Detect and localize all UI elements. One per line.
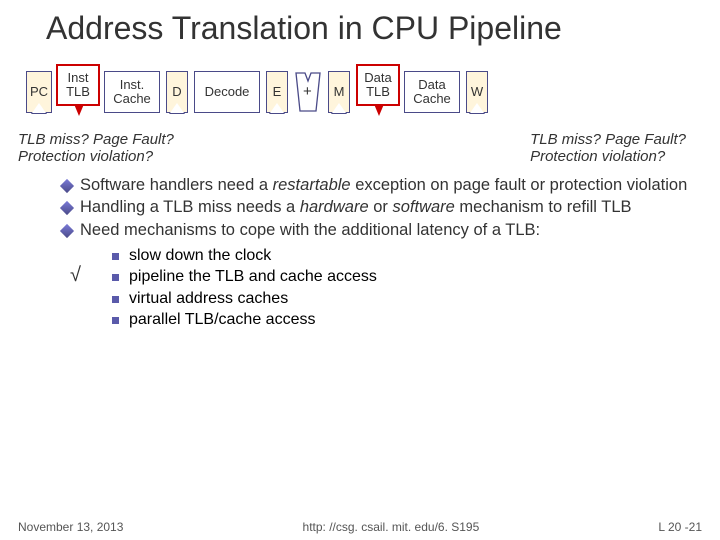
- square-bullet-icon: [112, 274, 119, 281]
- bullet-text: mechanism to refill TLB: [455, 198, 632, 216]
- bullet-em: software: [392, 198, 454, 216]
- left-q-line2: Protection violation?: [18, 148, 174, 165]
- square-bullet-icon: [112, 296, 119, 303]
- left-question: TLB miss? Page Fault? Protection violati…: [18, 131, 174, 165]
- bullet-text: or: [369, 198, 393, 216]
- right-q-line2: Protection violation?: [530, 148, 686, 165]
- clock-triangle-icon: [170, 103, 184, 113]
- diamond-bullet-icon: [60, 201, 74, 215]
- square-bullet-icon: [112, 253, 119, 260]
- slide-footer: November 13, 2013 http: //csg. csail. mi…: [0, 520, 720, 534]
- bullet-text: Software handlers need a: [80, 176, 273, 194]
- clock-triangle-icon: [270, 103, 284, 113]
- sub-bullet-item: slow down the clock: [112, 245, 702, 267]
- diamond-bullet-icon: [60, 179, 74, 193]
- bullet-text: Handling a TLB miss needs a: [80, 198, 300, 216]
- bullet-item: Need mechanisms to cope with the additio…: [62, 220, 688, 241]
- bullet-text: Need mechanisms to cope with the additio…: [80, 220, 540, 241]
- pc-register: PC: [26, 71, 52, 113]
- sub-bullet-text: virtual address caches: [129, 288, 288, 310]
- left-q-line1: TLB miss? Page Fault?: [18, 131, 174, 148]
- question-row: TLB miss? Page Fault? Protection violati…: [18, 131, 702, 165]
- inst-cache-line2: Cache: [113, 92, 151, 106]
- sub-bullet-item: virtual address caches: [112, 288, 702, 310]
- decode-block: Decode: [194, 71, 260, 113]
- inst-tlb-line1: Inst: [68, 71, 89, 85]
- m-register: M: [326, 71, 352, 113]
- bullet-em: hardware: [300, 198, 369, 216]
- d-register: D: [164, 71, 190, 113]
- inst-cache-block: Inst. Cache: [104, 71, 160, 113]
- right-q-line1: TLB miss? Page Fault?: [530, 131, 686, 148]
- data-cache-line2: Cache: [413, 92, 451, 106]
- inst-cache-line1: Inst.: [113, 78, 151, 92]
- clock-triangle-icon: [470, 103, 484, 113]
- sub-bullet-item: parallel TLB/cache access: [112, 309, 702, 331]
- alu-icon: +: [294, 71, 322, 113]
- checkmark-icon: √: [70, 262, 81, 289]
- down-arrow-icon: [356, 104, 400, 120]
- data-cache-line1: Data: [413, 78, 451, 92]
- data-cache-block: Data Cache: [404, 71, 460, 113]
- w-register: W: [464, 71, 490, 113]
- slide-title: Address Translation in CPU Pipeline: [46, 10, 702, 47]
- footer-date: November 13, 2013: [18, 520, 123, 534]
- bullet-text: exception on page fault or protection vi…: [351, 176, 688, 194]
- inst-tlb-line2: TLB: [66, 85, 90, 99]
- footer-page: L 20 -21: [658, 520, 702, 534]
- sub-bullet-text: pipeline the TLB and cache access: [129, 266, 377, 288]
- down-arrow-icon: [56, 104, 100, 120]
- clock-triangle-icon: [32, 103, 46, 113]
- diamond-bullet-icon: [60, 224, 74, 238]
- sub-bullet-text: slow down the clock: [129, 245, 271, 267]
- e-register: E: [264, 71, 290, 113]
- data-tlb-block: Data TLB: [356, 64, 400, 120]
- pipeline-diagram: PC Inst TLB Inst. Cache D Decode E + M: [26, 61, 702, 123]
- sub-bullet-list: slow down the clock √ pipeline the TLB a…: [112, 245, 702, 331]
- sub-bullet-item: √ pipeline the TLB and cache access: [112, 266, 702, 288]
- main-bullet-list: Software handlers need a restartable exc…: [62, 175, 688, 241]
- inst-tlb-block: Inst TLB: [56, 64, 100, 120]
- sub-bullet-text: parallel TLB/cache access: [129, 309, 315, 331]
- alu-op-label: +: [303, 83, 312, 100]
- bullet-em: restartable: [273, 176, 351, 194]
- bullet-item: Handling a TLB miss needs a hardware or …: [62, 197, 688, 218]
- bullet-item: Software handlers need a restartable exc…: [62, 175, 688, 196]
- clock-triangle-icon: [332, 103, 346, 113]
- right-question: TLB miss? Page Fault? Protection violati…: [530, 131, 686, 165]
- square-bullet-icon: [112, 317, 119, 324]
- footer-url: http: //csg. csail. mit. edu/6. S195: [123, 520, 658, 534]
- data-tlb-line2: TLB: [366, 85, 390, 99]
- data-tlb-line1: Data: [364, 71, 391, 85]
